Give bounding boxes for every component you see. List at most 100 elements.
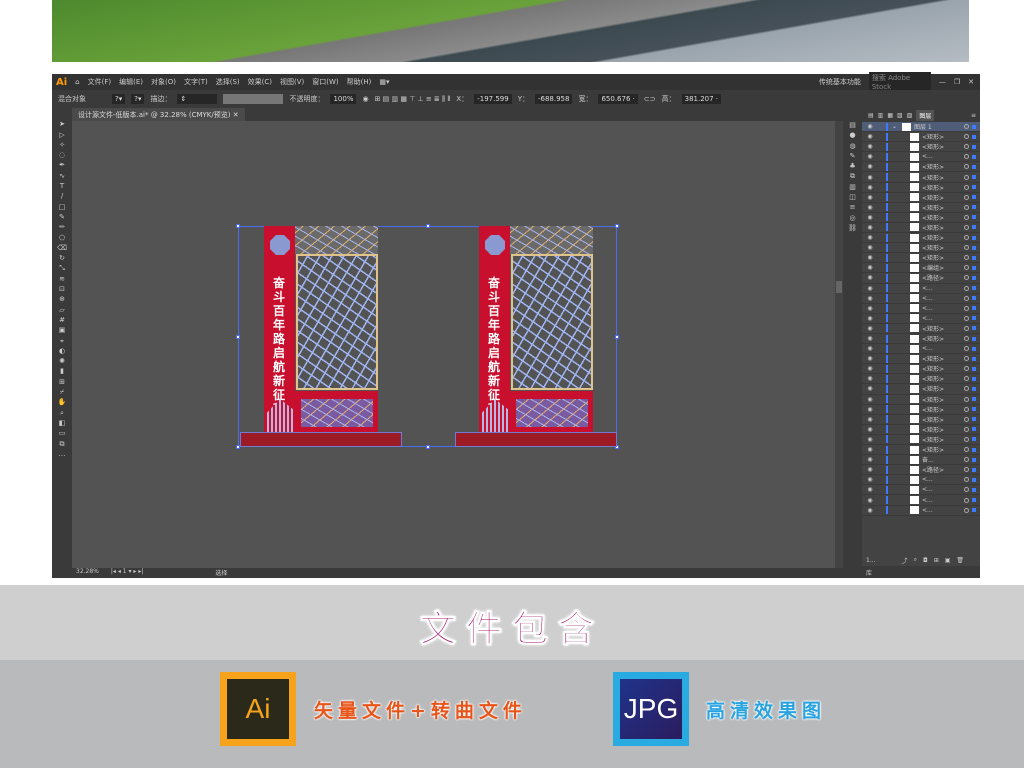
target-icon[interactable] <box>964 426 969 432</box>
visibility-eye-icon[interactable]: ◉ <box>862 295 878 302</box>
sublayer-row[interactable]: ◉ <矩形> <box>862 142 980 153</box>
visibility-eye-icon[interactable]: ◉ <box>862 426 878 433</box>
graph-icon[interactable]: ▮ <box>57 368 67 375</box>
selection-indicator[interactable] <box>972 205 976 210</box>
sublayer-row[interactable]: ◉ <矩形> <box>862 324 980 334</box>
visibility-eye-icon[interactable]: ◉ <box>862 345 878 352</box>
panel-menu-icon[interactable]: ≡ <box>971 112 976 119</box>
shape-builder-icon[interactable]: ⊕ <box>57 296 67 303</box>
visibility-eye-icon[interactable]: ◉ <box>862 285 878 292</box>
locate-icon[interactable]: ⌕ <box>914 556 917 564</box>
sublayer-row[interactable]: ◉ <... <box>862 152 980 163</box>
type-tool-icon[interactable]: T <box>57 183 67 190</box>
visibility-eye-icon[interactable]: ◉ <box>862 355 878 362</box>
stroke-weight-input[interactable]: ⇕ <box>177 94 218 104</box>
resize-handle[interactable] <box>236 224 240 228</box>
menu-item[interactable]: 文字(T) <box>184 77 208 87</box>
target-icon[interactable] <box>964 245 969 251</box>
tab-libraries[interactable]: 库 <box>866 570 872 577</box>
sublayer-row[interactable]: ◉ <矩形> <box>862 183 980 193</box>
selection-indicator[interactable] <box>972 376 976 381</box>
color-icon[interactable]: ● <box>848 132 858 139</box>
target-icon[interactable] <box>964 204 969 210</box>
panel-tab[interactable]: ▨ <box>907 112 913 119</box>
vertical-scrollbar[interactable] <box>835 121 843 568</box>
selection-indicator[interactable] <box>972 487 976 492</box>
new-sublayer-icon[interactable]: ⊞ <box>934 557 939 564</box>
selection-indicator[interactable] <box>972 457 976 462</box>
selection-indicator[interactable] <box>972 275 976 280</box>
symbol-sprayer-icon[interactable]: ✺ <box>57 358 67 365</box>
visibility-eye-icon[interactable]: ◉ <box>862 244 878 251</box>
selection-indicator[interactable] <box>972 265 976 270</box>
variable-width-select[interactable] <box>223 94 284 104</box>
direct-selection-tool-icon[interactable]: ▷ <box>57 131 67 139</box>
sublayer-row[interactable]: ◉ <矩形> <box>862 395 980 405</box>
workspace-switcher[interactable]: 传统基本功能 <box>819 77 861 87</box>
visibility-eye-icon[interactable]: ◉ <box>862 466 878 473</box>
panel-tab[interactable]: ▤ <box>868 112 874 119</box>
target-icon[interactable] <box>964 396 969 402</box>
fill-swatch[interactable]: ?▾ <box>112 94 126 104</box>
visibility-eye-icon[interactable]: ◉ <box>862 365 878 372</box>
pencil-icon[interactable]: ✏ <box>57 224 67 231</box>
close-tab-icon[interactable]: ✕ <box>233 111 239 119</box>
target-icon[interactable] <box>964 124 969 130</box>
menu-item[interactable]: 帮助(H) <box>347 77 372 87</box>
appearance-icon[interactable]: ◎ <box>848 214 858 222</box>
stroke-swatch[interactable]: ?▾ <box>131 94 145 104</box>
swatches-icon[interactable]: ◍ <box>848 142 858 150</box>
selection-indicator[interactable] <box>972 175 976 180</box>
visibility-eye-icon[interactable]: ◉ <box>862 406 878 413</box>
sublayer-row[interactable]: ◉ <矩形> <box>862 172 980 183</box>
align-icon[interactable]: ▥ <box>848 183 858 191</box>
visibility-eye-icon[interactable]: ◉ <box>862 486 878 493</box>
sublayer-row[interactable]: ◉ <... <box>862 506 980 516</box>
target-icon[interactable] <box>964 386 969 392</box>
sublayer-row[interactable]: ◉ <矩形> <box>862 233 980 244</box>
recolor-icon[interactable]: ◉ <box>362 95 368 103</box>
visibility-eye-icon[interactable]: ◉ <box>862 214 878 221</box>
visibility-eye-icon[interactable]: ◉ <box>862 174 878 181</box>
stock-search-input[interactable]: 搜索 Adobe Stock <box>868 72 931 92</box>
selection-indicator[interactable] <box>972 477 976 482</box>
visibility-eye-icon[interactable]: ◉ <box>862 507 878 514</box>
target-icon[interactable] <box>964 265 969 271</box>
visibility-eye-icon[interactable]: ◉ <box>862 416 878 423</box>
sublayer-row[interactable]: ◉ <矩形> <box>862 405 980 415</box>
selection-indicator[interactable] <box>972 336 976 341</box>
mesh-icon[interactable]: # <box>57 316 67 324</box>
selection-indicator[interactable] <box>972 296 976 301</box>
visibility-eye-icon[interactable]: ◉ <box>862 143 878 150</box>
canvas[interactable]: 奋斗百年路 启航新征程 奋斗百年路 启航新征程 <box>72 121 835 568</box>
links-icon[interactable]: ⛓ <box>848 224 858 232</box>
target-icon[interactable] <box>964 305 969 311</box>
properties-icon[interactable]: ▤ <box>848 122 858 129</box>
slice-icon[interactable]: ⌿ <box>57 389 67 396</box>
target-icon[interactable] <box>964 467 969 473</box>
selection-indicator[interactable] <box>972 467 976 472</box>
sublayer-row[interactable]: ◉ <... <box>862 284 980 294</box>
artboard-icon[interactable]: ⊞ <box>57 378 67 386</box>
sublayer-row[interactable]: ◉ <矩形> <box>862 445 980 456</box>
visibility-eye-icon[interactable]: ◉ <box>862 133 878 140</box>
symbols-icon[interactable]: ♣ <box>848 163 858 170</box>
sublayer-row[interactable]: ◉ <矩形> <box>862 354 980 365</box>
selection-indicator[interactable] <box>972 235 976 240</box>
target-icon[interactable] <box>964 507 969 513</box>
eyedropper-icon[interactable]: ⌖ <box>57 337 67 345</box>
sublayer-row[interactable]: ◉ <... <box>862 495 980 506</box>
selection-indicator[interactable] <box>972 437 976 442</box>
selection-tool-icon[interactable]: ➤ <box>57 121 67 128</box>
visibility-eye-icon[interactable]: ◉ <box>862 123 878 130</box>
resize-handle[interactable] <box>615 224 619 228</box>
x-input[interactable]: -197.599 <box>474 94 512 104</box>
selection-indicator[interactable] <box>972 124 976 129</box>
resize-handle[interactable] <box>615 335 619 339</box>
selection-indicator[interactable] <box>972 225 976 230</box>
target-icon[interactable] <box>964 214 969 220</box>
pen-tool-icon[interactable]: ✒ <box>57 162 67 169</box>
target-icon[interactable] <box>964 376 969 382</box>
selection-indicator[interactable] <box>972 447 976 452</box>
selection-indicator[interactable] <box>972 427 976 432</box>
